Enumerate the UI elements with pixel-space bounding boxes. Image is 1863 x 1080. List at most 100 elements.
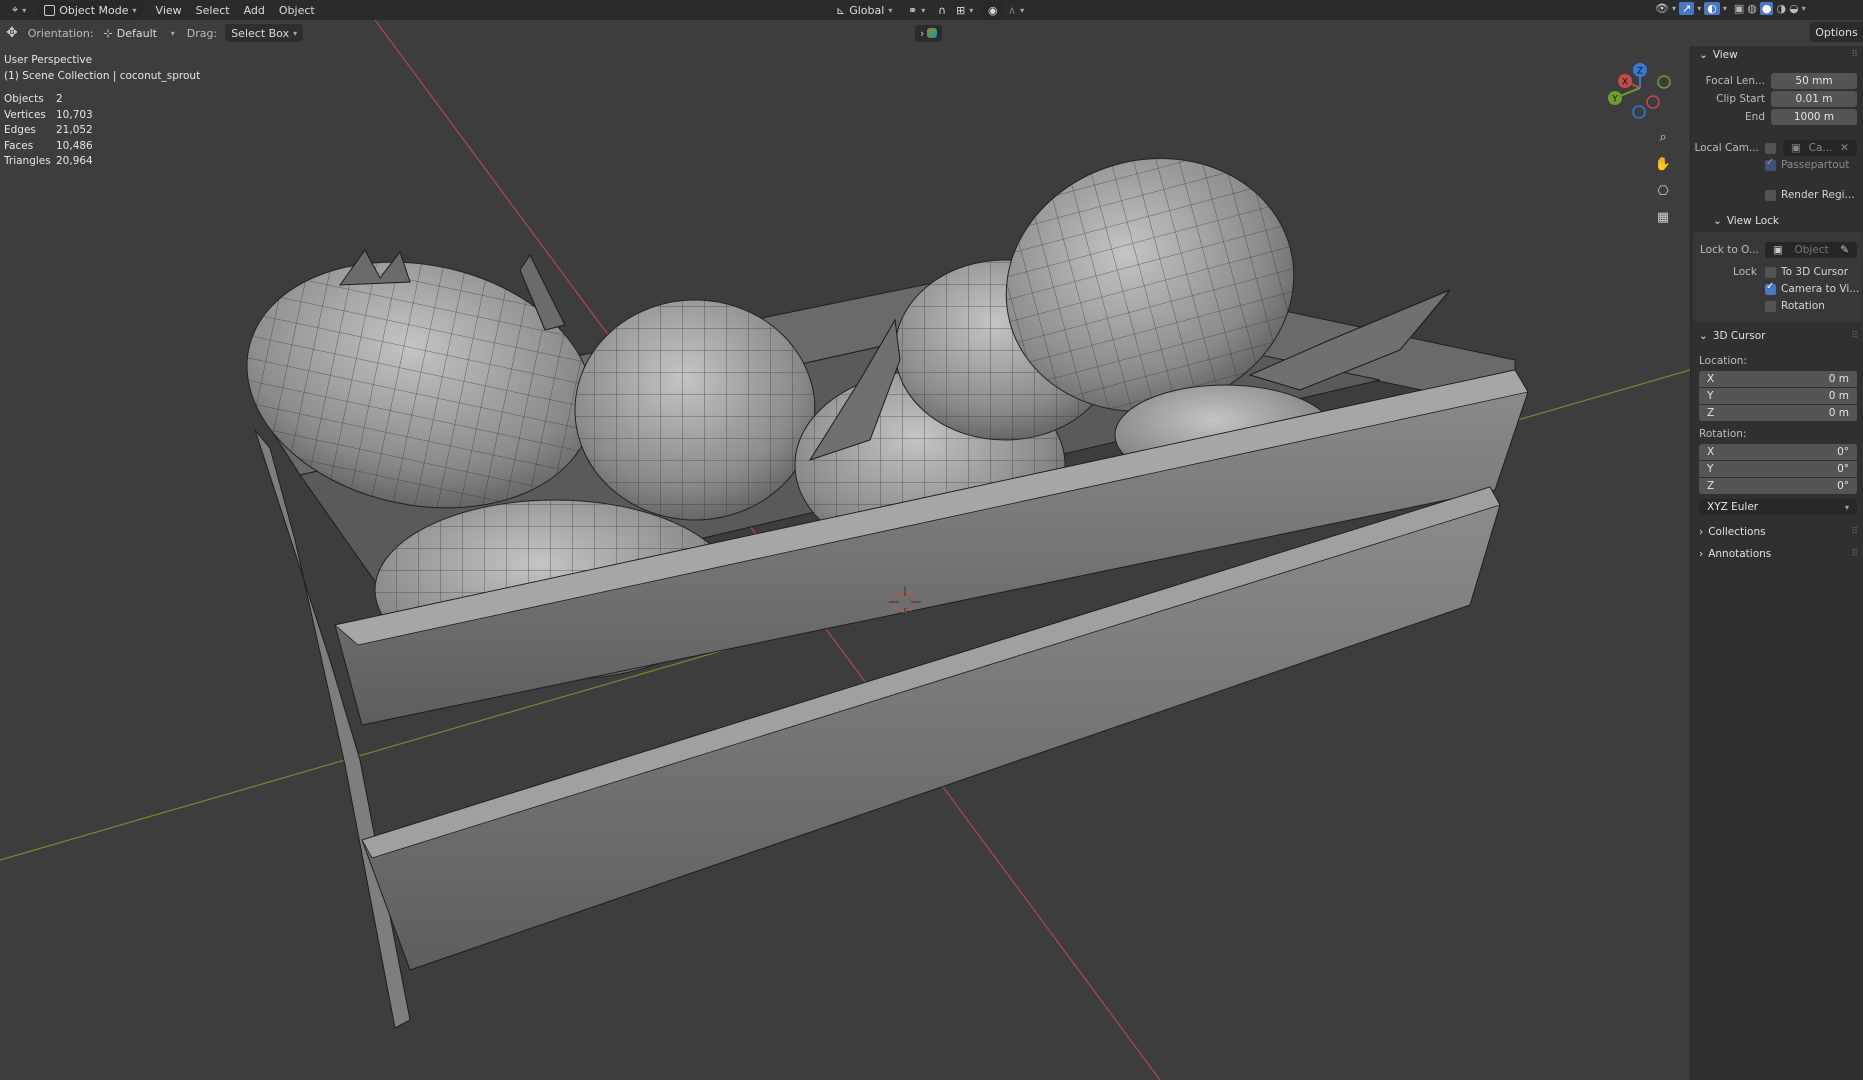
3d-cursor-section-header[interactable]: ⌄ 3D Cursor (1699, 330, 1765, 342)
lock-rotation-label: Rotation (1781, 300, 1825, 312)
viewport-shading-controls: 👁︎ ▾ ↗ ▾ ◐ ▾ ▣ ◍ ● ◑ ◒ ▾ (1655, 2, 1806, 15)
xray-toggle-icon[interactable]: ▣ (1734, 2, 1744, 15)
clip-start-field[interactable]: 0.01 m (1771, 91, 1857, 107)
scene-statistics: Objects 2 Vertices 10,703 Edges 21,052 Face… (4, 92, 93, 170)
pivot-icon: ⚭ (908, 3, 918, 17)
cursor-location-z-field[interactable]: Z 0 m (1699, 405, 1857, 421)
stat-value: 2 (56, 93, 63, 105)
menu-view[interactable]: View (149, 4, 189, 17)
menu-object[interactable]: Object (272, 4, 322, 17)
grid-perspective-icon[interactable]: ▦ (1652, 206, 1674, 228)
chevron-down-icon: ▾ (22, 5, 27, 15)
lock-to-object-placeholder: Object (1794, 244, 1829, 256)
local-camera-field[interactable]: ▣ Ca... ✕ (1783, 140, 1857, 156)
rendered-shading-icon[interactable]: ◒ (1789, 2, 1799, 15)
camera-to-view-checkbox[interactable] (1765, 281, 1776, 295)
cursor-rotation-z-field[interactable]: Z 0° (1699, 478, 1857, 494)
cursor-rotation-y-field[interactable]: Y 0° (1699, 461, 1857, 477)
stat-value: 10,486 (56, 139, 93, 152)
drag-handle-icon[interactable]: ⠿ (1851, 50, 1858, 60)
navigation-gizmo[interactable]: Z X Y (1608, 63, 1671, 119)
menu-add[interactable]: Add (237, 4, 272, 17)
zoom-icon[interactable]: ⌕ (1652, 126, 1674, 148)
lock-to-object-label: Lock to O... (1699, 244, 1759, 256)
chevron-down-icon[interactable]: ▾ (1672, 4, 1676, 13)
clip-end-field[interactable]: 1000 m (1771, 109, 1857, 125)
overlays-toggle-icon[interactable]: ◐ (1704, 2, 1720, 15)
visibility-icon[interactable]: 👁︎ (1655, 2, 1669, 15)
gizmo-neg-z-axis[interactable] (1632, 105, 1646, 119)
camera-icon: ▣ (1791, 142, 1801, 154)
gizmo-neg-y-axis[interactable] (1657, 75, 1671, 89)
transform-orientation-dropdown[interactable]: ⊾ Global ▾ (830, 1, 898, 19)
annotations-section-header[interactable]: › Annotations (1699, 548, 1771, 560)
axis-label: Z (1707, 407, 1715, 419)
lock-to-3d-cursor-label: To 3D Cursor (1781, 266, 1849, 278)
axis-value: 0 m (1828, 390, 1849, 402)
stat-row: Objects 2 (4, 92, 93, 108)
lock-rotation-checkbox[interactable] (1765, 301, 1776, 312)
axis-label: Y (1707, 390, 1714, 402)
orientation-icon: ⊾ (836, 3, 846, 17)
collections-section-header[interactable]: › Collections (1699, 526, 1766, 538)
view-section-header[interactable]: ⌄ View (1699, 49, 1738, 61)
stat-label: Faces (4, 139, 34, 152)
options-button[interactable]: Options (1810, 22, 1863, 42)
cursor-rotation-x-field[interactable]: X 0° (1699, 444, 1857, 460)
close-icon[interactable]: ✕ (1840, 142, 1849, 154)
sidebar-panel: ⌄ View ⠿ Focal Len... 50 mm Clip Start 0… (1690, 46, 1863, 1080)
snap-target-dropdown[interactable]: ⊞ ▾ (950, 1, 979, 19)
render-region-checkbox[interactable] (1765, 190, 1776, 201)
cursor-location-x-field[interactable]: X 0 m (1699, 371, 1857, 387)
gizmo-toggle-icon[interactable]: ↗ (1678, 2, 1695, 15)
drag-handle-icon[interactable]: ⠿ (1851, 549, 1858, 559)
menu-select[interactable]: Select (189, 4, 237, 17)
chevron-right-icon: › (1699, 548, 1704, 560)
hand-pan-icon[interactable]: ✋ (1652, 153, 1674, 175)
chevron-down-icon[interactable]: ▾ (1802, 4, 1806, 13)
rotation-mode-dropdown[interactable]: XYZ Euler ▾ (1699, 499, 1857, 515)
cursor-rotation-label: Rotation: (1699, 428, 1747, 440)
focal-length-field[interactable]: 50 mm (1771, 73, 1857, 89)
chevron-down-icon: ▾ (921, 5, 926, 15)
stat-value: 21,052 (56, 124, 93, 136)
gizmo-neg-x-axis[interactable] (1646, 95, 1660, 109)
eyedropper-icon[interactable]: ✎ (1840, 244, 1849, 256)
camera-view-icon[interactable]: ⎔ (1652, 180, 1674, 202)
pivot-point-button[interactable]: ⚭ ▾ (902, 1, 931, 19)
3d-viewport[interactable]: Z X Y ⌕ ✋ ⎔ ▦ (0, 20, 1690, 1080)
proportional-edit-icon: ◉ (988, 3, 998, 17)
mode-dropdown[interactable]: Object Mode ▾ (38, 1, 143, 19)
lock-to-3d-cursor-checkbox[interactable] (1765, 267, 1776, 278)
editor-type-button[interactable]: ⌖ ▾ (6, 1, 32, 19)
wireframe-shading-icon[interactable]: ◍ (1747, 2, 1757, 15)
object-mode-icon (44, 4, 56, 16)
local-camera-checkbox[interactable] (1765, 143, 1776, 154)
stat-label: Objects (4, 93, 44, 105)
falloff-icon: ∧ (1008, 3, 1017, 17)
stat-row: Vertices 10,703 (4, 108, 93, 124)
lock-to-object-field[interactable]: ▣ Object ✎ (1765, 242, 1857, 258)
proportional-edit-toggle[interactable]: ◉ (982, 1, 1004, 19)
material-shading-icon[interactable]: ◑ (1776, 2, 1786, 15)
view-lock-section-header[interactable]: ⌄ View Lock (1713, 215, 1779, 227)
snap-increment-icon: ⊞ (956, 3, 966, 17)
chevron-down-icon: ▾ (1020, 5, 1025, 15)
solid-shading-icon[interactable]: ● (1759, 2, 1774, 15)
drag-handle-icon[interactable]: ⠿ (1851, 527, 1858, 537)
drag-handle-icon[interactable]: ⠿ (1851, 331, 1858, 341)
chevron-down-icon: ⌄ (1713, 215, 1722, 227)
falloff-dropdown[interactable]: ∧ ▾ (1002, 1, 1030, 19)
axis-label: Z (1707, 480, 1715, 492)
object-icon: ▣ (1773, 244, 1783, 256)
cursor-location-y-field[interactable]: Y 0 m (1699, 388, 1857, 404)
chevron-down-icon: ▾ (888, 5, 893, 15)
camera-to-view-label: Camera to Vi... (1781, 283, 1860, 295)
passepartout-checkbox[interactable] (1765, 157, 1776, 171)
chevron-down-icon[interactable]: ▾ (1697, 4, 1701, 13)
collections-title: Collections (1708, 526, 1766, 538)
chevron-down-icon[interactable]: ▾ (1723, 4, 1727, 13)
gizmo-y-label: Y (1611, 95, 1618, 105)
stat-label: Vertices (4, 108, 46, 121)
chevron-down-icon: ⌄ (1699, 330, 1708, 342)
